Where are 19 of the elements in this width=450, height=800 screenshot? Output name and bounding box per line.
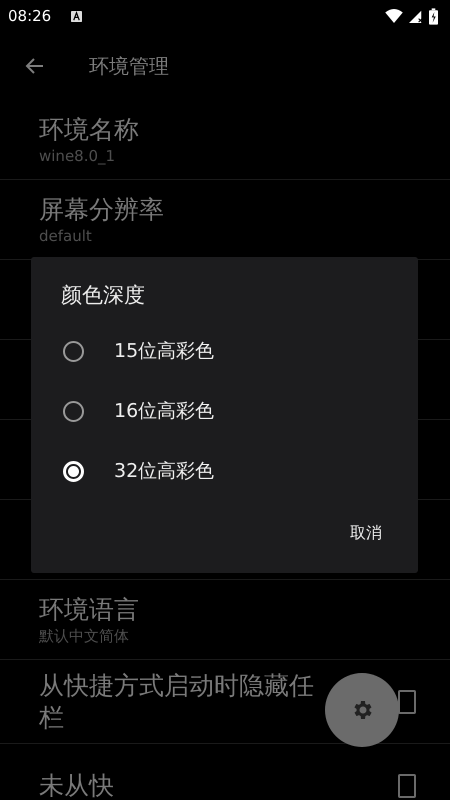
setting-item[interactable]: 环境名称 wine8.0_1 xyxy=(0,100,450,180)
radio-option[interactable]: 32位高彩色 xyxy=(31,441,418,501)
dialog-title: 颜色深度 xyxy=(60,282,146,309)
cancel-button[interactable]: 取消 xyxy=(338,515,394,552)
screen-title: 环境管理 xyxy=(89,52,169,80)
signal-icon xyxy=(409,9,423,23)
notification-icon xyxy=(71,10,82,22)
radio-option[interactable]: 15位高彩色 xyxy=(31,321,418,381)
checkbox[interactable] xyxy=(398,774,416,798)
radio-button[interactable] xyxy=(63,340,84,362)
radio-option[interactable]: 16位高彩色 xyxy=(31,381,418,441)
option-label: 32位高彩色 xyxy=(114,459,214,484)
setting-item[interactable]: 环境语言 默认中文简体 xyxy=(0,580,450,660)
battery-icon xyxy=(429,8,438,24)
status-time: 08:26 xyxy=(8,7,52,25)
wifi-icon xyxy=(385,9,403,23)
option-label: 16位高彩色 xyxy=(114,399,214,424)
radio-button[interactable] xyxy=(63,400,84,422)
option-label: 15位高彩色 xyxy=(114,339,214,364)
